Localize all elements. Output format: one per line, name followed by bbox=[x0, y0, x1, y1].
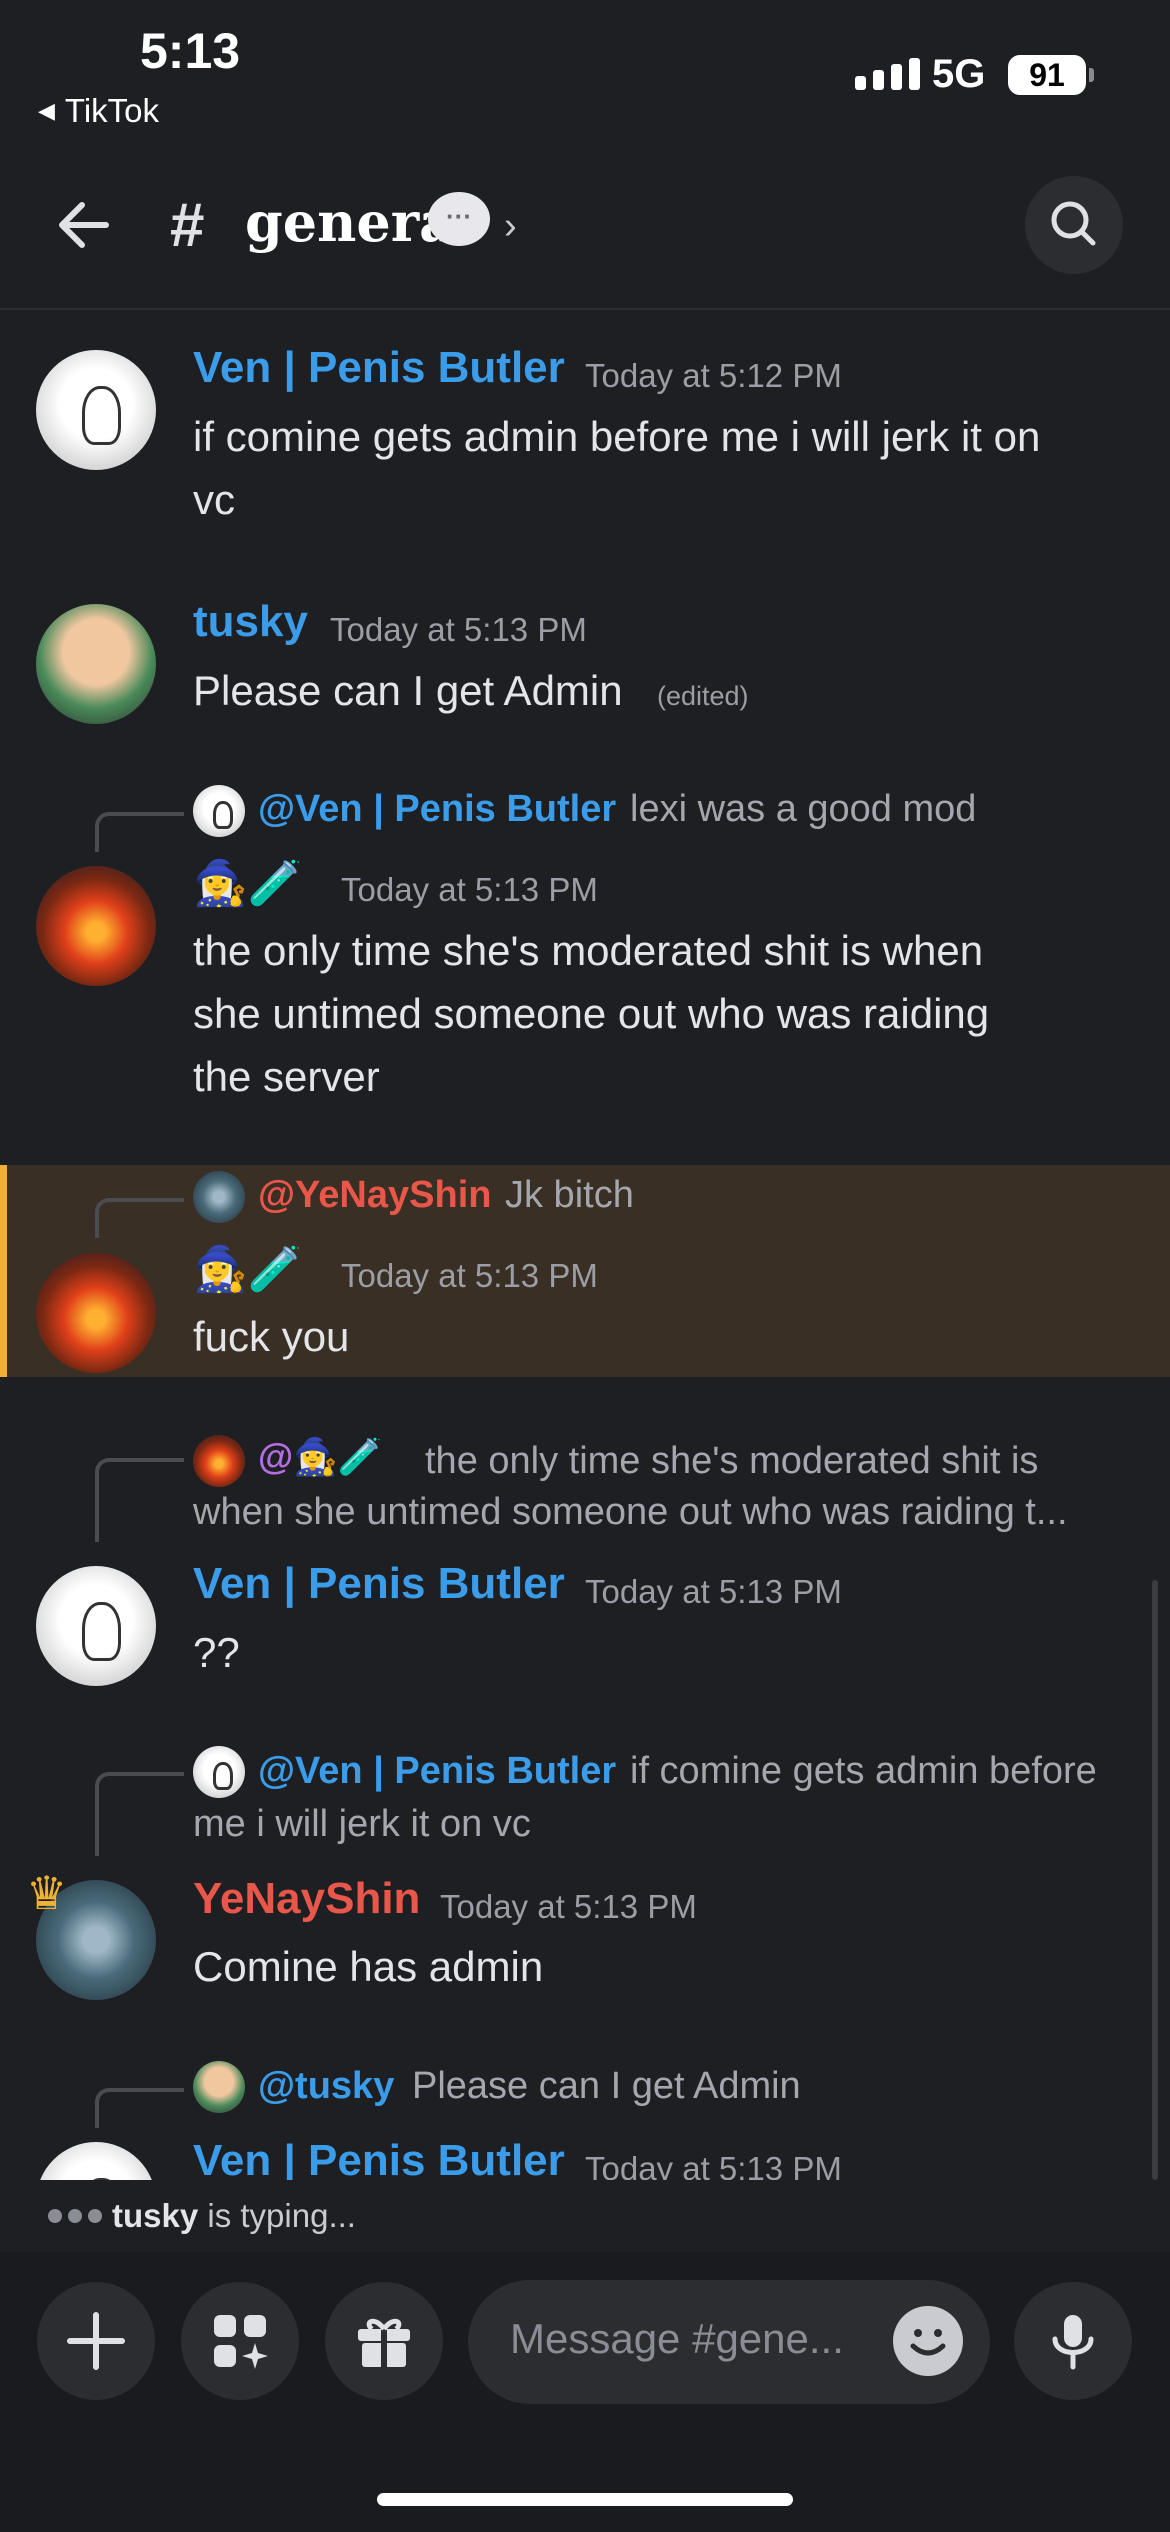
reply-connector bbox=[95, 1772, 184, 1856]
search-button[interactable] bbox=[1025, 176, 1123, 274]
highlight-bar bbox=[0, 1165, 7, 1377]
signal-icon bbox=[855, 58, 920, 90]
battery-icon: 91 bbox=[1008, 55, 1086, 95]
reply-author[interactable]: @YeNayShin bbox=[258, 1174, 491, 1217]
message-text: ?? bbox=[193, 1629, 240, 1676]
back-arrow-icon[interactable] bbox=[52, 195, 112, 255]
apps-button[interactable] bbox=[181, 2282, 299, 2400]
reply-preview[interactable]: Jk bitch bbox=[505, 1174, 634, 1217]
reply-author[interactable]: @Ven | Penis Butler bbox=[258, 788, 616, 831]
author-name[interactable]: Ven | Penis Butler bbox=[193, 2136, 565, 2180]
avatar[interactable] bbox=[36, 1566, 156, 1686]
gift-button[interactable] bbox=[325, 2282, 443, 2400]
voice-button[interactable] bbox=[1014, 2282, 1132, 2400]
typing-indicator: tusky is typing... bbox=[48, 2197, 356, 2235]
avatar[interactable] bbox=[36, 2142, 156, 2180]
status-time: 5:13 bbox=[140, 23, 241, 79]
clipped-message: Ven | Penis Butler Today at 5:13 PM bbox=[0, 2132, 1170, 2180]
reply-connector bbox=[95, 1458, 184, 1542]
reply-connector bbox=[95, 1198, 184, 1238]
message-text: fuck you bbox=[193, 1313, 350, 1360]
reply-avatar bbox=[193, 785, 245, 837]
timestamp: Today at 5:13 PM bbox=[330, 611, 587, 648]
author-name[interactable]: tusky bbox=[193, 597, 308, 647]
author-emoji-name[interactable]: 🧙‍♀️🧪 bbox=[193, 857, 303, 909]
apps-icon bbox=[214, 2315, 268, 2369]
message-text: the only time she's moderated shit is wh… bbox=[193, 927, 984, 974]
author-name[interactable]: Ven | Penis Butler bbox=[193, 343, 565, 393]
message-text: the server bbox=[193, 1053, 380, 1100]
reply-avatar bbox=[193, 1746, 245, 1798]
reply-avatar bbox=[193, 1171, 245, 1223]
crown-icon: ♛ bbox=[26, 1867, 68, 1919]
typing-dots-icon bbox=[48, 2209, 102, 2223]
reply-preview[interactable]: me i will jerk it on vc bbox=[193, 1803, 531, 1846]
reply-preview[interactable]: when she untimed someone out who was rai… bbox=[193, 1491, 1068, 1534]
battery-nub bbox=[1089, 68, 1094, 82]
reply-preview[interactable]: lexi was a good mod bbox=[630, 788, 976, 831]
plus-icon bbox=[67, 2312, 125, 2370]
home-indicator bbox=[377, 2493, 793, 2506]
avatar[interactable] bbox=[36, 1253, 156, 1373]
add-button[interactable] bbox=[37, 2282, 155, 2400]
timestamp: Today at 5:13 PM bbox=[585, 2150, 842, 2180]
back-to-app-link[interactable]: ◀ TikTok bbox=[38, 92, 159, 130]
reply-connector bbox=[95, 812, 184, 852]
typing-suffix: is typing... bbox=[198, 2197, 356, 2234]
microphone-icon bbox=[1052, 2315, 1094, 2370]
reply-author[interactable]: @tusky bbox=[258, 2065, 394, 2108]
avatar[interactable] bbox=[36, 350, 156, 470]
reply-preview[interactable]: if comine gets admin before bbox=[630, 1750, 1097, 1793]
reply-avatar bbox=[193, 1435, 245, 1487]
channel-hash-icon: # bbox=[170, 191, 205, 260]
emoji-button[interactable] bbox=[893, 2306, 963, 2376]
chevron-right-icon[interactable]: › bbox=[504, 205, 517, 248]
search-icon bbox=[1051, 201, 1096, 246]
author-name[interactable]: YeNayShin bbox=[193, 1874, 420, 1924]
smiley-icon bbox=[910, 2329, 946, 2356]
back-triangle-icon: ◀ bbox=[38, 98, 55, 123]
message-text: she untimed someone out who was raiding bbox=[193, 990, 990, 1037]
scrollbar[interactable] bbox=[1152, 1580, 1158, 2180]
reply-preview[interactable]: Please can I get Admin bbox=[412, 2065, 801, 2108]
reply-author[interactable]: @🧙‍♀️🧪 bbox=[258, 1436, 383, 1478]
message-text: Please can I get Admin bbox=[193, 667, 623, 714]
reply-preview[interactable]: the only time she's moderated shit is bbox=[425, 1440, 1038, 1483]
edited-label: (edited) bbox=[657, 681, 749, 711]
timestamp: Today at 5:13 PM bbox=[341, 871, 598, 908]
timestamp: Today at 5:12 PM bbox=[585, 357, 842, 394]
message-text: Comine has admin bbox=[193, 1943, 544, 1990]
message-placeholder: Message #gene... bbox=[510, 2315, 844, 2362]
message-text: if comine gets admin before me i will je… bbox=[193, 413, 1041, 460]
typing-user: tusky bbox=[112, 2197, 199, 2234]
timestamp: Today at 5:13 PM bbox=[585, 1573, 842, 1610]
author-emoji-name[interactable]: 🧙‍♀️🧪 bbox=[193, 1243, 303, 1295]
speech-bubble-icon: ··· bbox=[428, 192, 490, 246]
reply-connector bbox=[95, 2088, 184, 2128]
avatar[interactable] bbox=[36, 604, 156, 724]
timestamp: Today at 5:13 PM bbox=[341, 1257, 598, 1294]
network-label: 5G bbox=[932, 52, 986, 96]
message-text: vc bbox=[193, 476, 235, 523]
back-app-label: TikTok bbox=[64, 92, 160, 129]
reply-author[interactable]: @Ven | Penis Butler bbox=[258, 1750, 616, 1793]
author-name[interactable]: Ven | Penis Butler bbox=[193, 1559, 565, 1609]
header-divider bbox=[0, 308, 1170, 310]
gift-icon bbox=[358, 2318, 410, 2367]
reply-avatar bbox=[193, 2061, 245, 2113]
timestamp: Today at 5:13 PM bbox=[440, 1888, 697, 1925]
avatar[interactable] bbox=[36, 866, 156, 986]
